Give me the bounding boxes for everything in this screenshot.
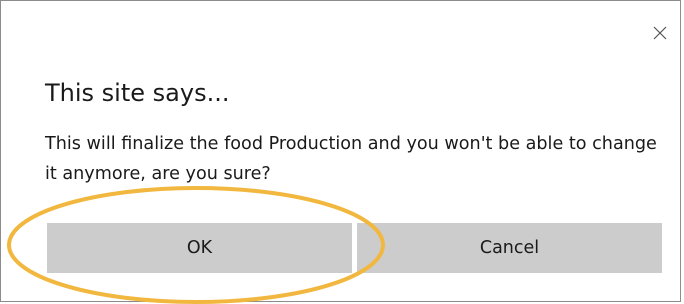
- close-icon: [653, 26, 667, 40]
- dialog-message: This will finalize the food Production a…: [45, 134, 657, 184]
- close-button[interactable]: [645, 17, 675, 47]
- cancel-button[interactable]: Cancel: [357, 223, 662, 273]
- ok-button[interactable]: OK: [47, 223, 352, 273]
- dialog-title: This site says...: [45, 79, 230, 107]
- alert-dialog: This site says... This will finalize the…: [0, 0, 681, 302]
